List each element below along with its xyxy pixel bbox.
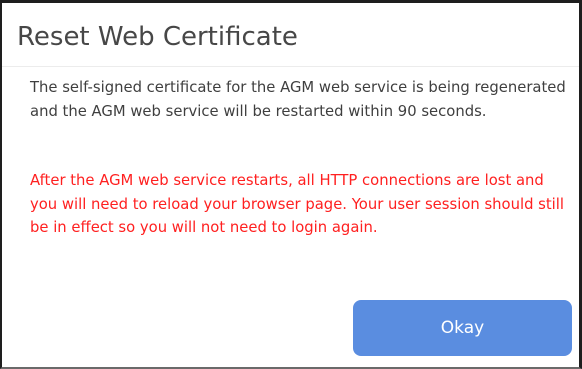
- dialog-warning: After the AGM web service restarts, all …: [30, 172, 565, 237]
- reset-certificate-dialog: Reset Web Certificate The self-signed ce…: [0, 0, 582, 369]
- dialog-message: The self-signed certificate for the AGM …: [30, 79, 566, 120]
- dialog-title: Reset Web Certificate: [17, 22, 298, 52]
- title-divider: [2, 66, 579, 67]
- okay-button[interactable]: Okay: [353, 300, 572, 356]
